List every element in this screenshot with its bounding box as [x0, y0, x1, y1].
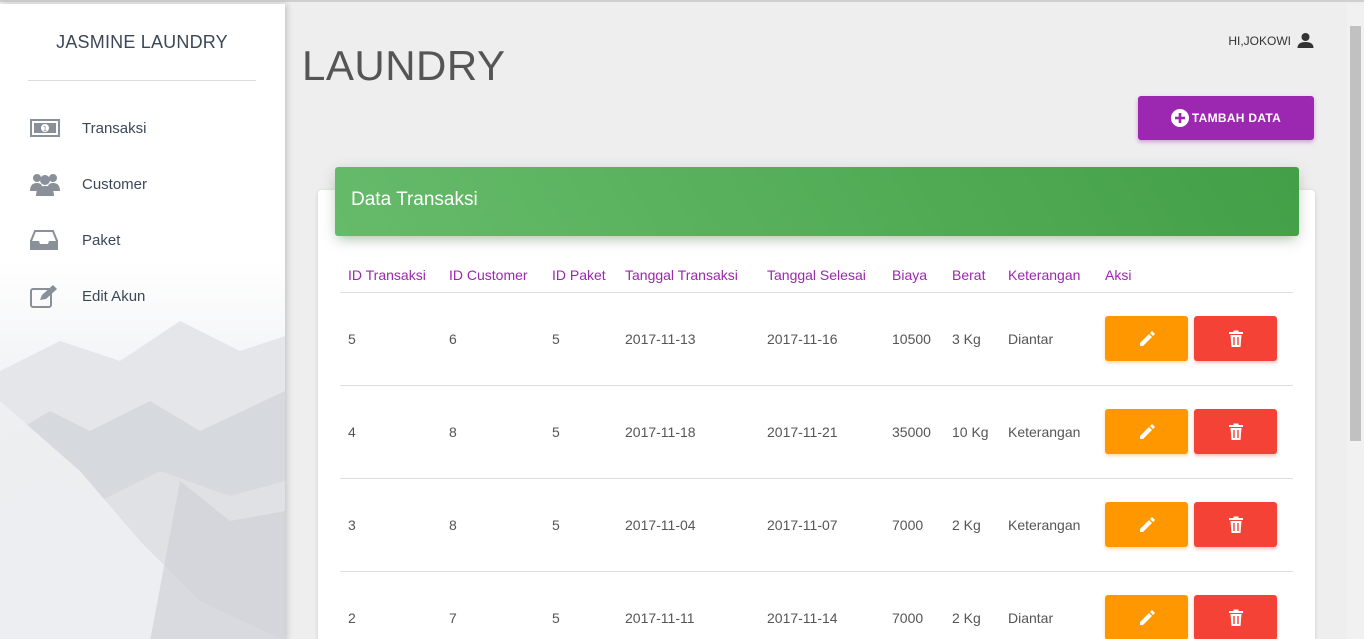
- trash-icon: [1228, 330, 1243, 347]
- cell-tanggal-transaksi: 2017-11-13: [617, 292, 759, 386]
- cell-id-paket: 5: [544, 571, 617, 639]
- column-header: ID Customer: [441, 258, 544, 293]
- cell-keterangan: Keterangan: [1000, 385, 1097, 479]
- cell-id-paket: 5: [544, 385, 617, 479]
- cell-berat: 10 Kg: [944, 385, 1000, 479]
- pencil-icon: [1139, 609, 1155, 625]
- column-header: Berat: [944, 258, 1000, 293]
- sidebar-item-label: Transaksi: [82, 119, 147, 137]
- cell-aksi: [1097, 292, 1293, 386]
- column-header: ID Transaksi: [340, 258, 441, 293]
- card-header: Data Transaksi: [335, 167, 1299, 236]
- cell-keterangan: Keterangan: [1000, 478, 1097, 572]
- cell-tanggal-transaksi: 2017-11-11: [617, 571, 759, 639]
- cell-biaya: 10500: [884, 292, 944, 386]
- delete-button[interactable]: [1194, 595, 1277, 639]
- card-title: Data Transaksi: [351, 189, 478, 210]
- pencil-icon: [1139, 516, 1155, 532]
- sidebar-item-label: Edit Akun: [82, 287, 146, 305]
- cell-berat: 3 Kg: [944, 292, 1000, 386]
- trash-icon: [1228, 609, 1243, 626]
- add-data-label: TAMBAH DATA: [1191, 111, 1282, 125]
- sidebar-item-customer[interactable]: Customer: [30, 164, 270, 204]
- cell-tanggal-selesai: 2017-11-16: [759, 292, 884, 386]
- cell-biaya: 7000: [884, 478, 944, 572]
- cell-berat: 2 Kg: [944, 478, 1000, 572]
- delete-button[interactable]: [1194, 502, 1277, 547]
- edit-button[interactable]: [1105, 316, 1188, 361]
- users-icon: [30, 169, 66, 199]
- delete-button[interactable]: [1194, 409, 1277, 454]
- cell-tanggal-selesai: 2017-11-07: [759, 478, 884, 572]
- cell-biaya: 35000: [884, 385, 944, 479]
- sidebar: JASMINE LAUNDRY 1 Transaksi Customer Pak…: [0, 4, 285, 639]
- cell-berat: 2 Kg: [944, 571, 1000, 639]
- brand-title: JASMINE LAUNDRY: [56, 32, 228, 52]
- table-row: 4 8 5 2017-11-18 2017-11-21 35000 10 Kg …: [340, 385, 1293, 479]
- column-header: Tanggal Selesai: [759, 258, 884, 293]
- table-header-row: ID Transaksi ID Customer ID Paket Tangga…: [340, 258, 1293, 293]
- trash-icon: [1228, 516, 1243, 533]
- money-icon: 1: [30, 113, 66, 143]
- column-header: Keterangan: [1000, 258, 1097, 293]
- cell-tanggal-transaksi: 2017-11-04: [617, 478, 759, 572]
- vertical-scrollbar[interactable]: [1347, 4, 1364, 639]
- page-title: LAUNDRY: [302, 42, 506, 89]
- edit-button[interactable]: [1105, 502, 1188, 547]
- cell-aksi: [1097, 385, 1293, 479]
- cell-id-customer: 8: [441, 385, 544, 479]
- delete-button[interactable]: [1194, 316, 1277, 361]
- column-header: Tanggal Transaksi: [617, 258, 759, 293]
- person-icon: [1297, 33, 1314, 48]
- cell-keterangan: Diantar: [1000, 292, 1097, 386]
- cell-id-customer: 8: [441, 478, 544, 572]
- transactions-table: ID Transaksi ID Customer ID Paket Tangga…: [340, 258, 1293, 639]
- column-header: Biaya: [884, 258, 944, 293]
- sidebar-item-label: Customer: [82, 175, 148, 193]
- cell-id-customer: 6: [441, 292, 544, 386]
- scrollbar-thumb[interactable]: [1350, 26, 1361, 441]
- cell-id-transaksi: 5: [340, 292, 441, 386]
- edit-button[interactable]: [1105, 595, 1188, 639]
- plus-circle-icon: [1170, 109, 1189, 127]
- user-menu[interactable]: HI,JOKOWI: [1228, 32, 1314, 49]
- table-row: 3 8 5 2017-11-04 2017-11-07 7000 2 Kg Ke…: [340, 478, 1293, 572]
- cell-id-paket: 5: [544, 292, 617, 386]
- pencil-icon: [1139, 423, 1155, 439]
- pencil-icon: [1139, 330, 1155, 346]
- table-row: 5 6 5 2017-11-13 2017-11-16 10500 3 Kg D…: [340, 292, 1293, 386]
- sidebar-background-mountains: [0, 321, 285, 639]
- cell-aksi: [1097, 571, 1293, 639]
- cell-tanggal-selesai: 2017-11-14: [759, 571, 884, 639]
- edit-icon: [30, 281, 66, 311]
- cell-biaya: 7000: [884, 571, 944, 639]
- table-row: 2 7 5 2017-11-11 2017-11-14 7000 2 Kg Di…: [340, 571, 1293, 639]
- cell-id-transaksi: 4: [340, 385, 441, 479]
- sidebar-item-label: Paket: [82, 231, 121, 249]
- sidebar-item-edit-akun[interactable]: Edit Akun: [30, 276, 270, 316]
- edit-button[interactable]: [1105, 409, 1188, 454]
- cell-keterangan: Diantar: [1000, 571, 1097, 639]
- trash-icon: [1228, 423, 1243, 440]
- cell-id-transaksi: 2: [340, 571, 441, 639]
- divider: [28, 80, 256, 81]
- column-header: Aksi: [1097, 258, 1293, 293]
- cell-id-paket: 5: [544, 478, 617, 572]
- sidebar-item-paket[interactable]: Paket: [30, 220, 270, 260]
- cell-id-transaksi: 3: [340, 478, 441, 572]
- user-greeting: HI,JOKOWI: [1228, 33, 1291, 48]
- inbox-icon: [30, 225, 66, 255]
- cell-id-customer: 7: [441, 571, 544, 639]
- sidebar-item-transaksi[interactable]: 1 Transaksi: [30, 108, 270, 148]
- cell-tanggal-transaksi: 2017-11-18: [617, 385, 759, 479]
- cell-tanggal-selesai: 2017-11-21: [759, 385, 884, 479]
- cell-aksi: [1097, 478, 1293, 572]
- add-data-button[interactable]: TAMBAH DATA: [1138, 96, 1314, 140]
- svg-text:1: 1: [43, 125, 47, 133]
- column-header: ID Paket: [544, 258, 617, 293]
